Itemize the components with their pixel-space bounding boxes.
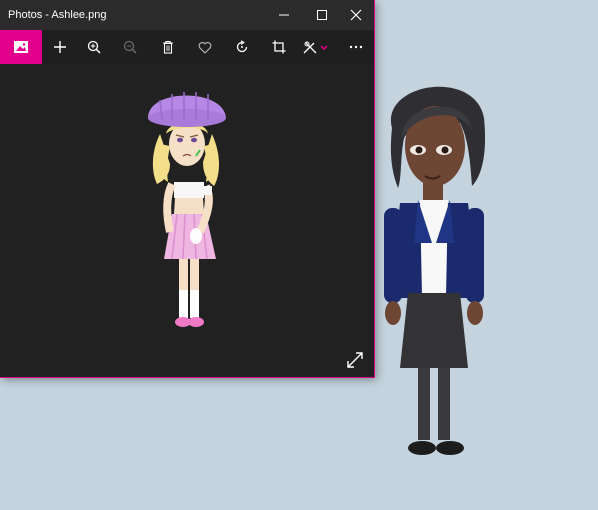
close-icon	[350, 9, 362, 21]
crop-button[interactable]	[261, 30, 297, 64]
add-icon	[54, 41, 66, 53]
edit-draw-icon	[303, 41, 328, 54]
edit-draw-button[interactable]	[296, 30, 336, 64]
zoom-in-button[interactable]	[76, 30, 112, 64]
zoom-in-icon	[87, 40, 101, 54]
ashlee-character-image	[148, 92, 226, 327]
minimize-button[interactable]	[266, 0, 302, 30]
expand-icon	[347, 352, 363, 368]
favorite-button[interactable]	[187, 30, 223, 64]
close-button[interactable]	[338, 0, 374, 30]
title-bar[interactable]: Photos - Ashlee.png	[0, 0, 374, 30]
desktop-character-image	[384, 86, 486, 455]
crop-icon	[272, 40, 286, 54]
maximize-icon	[317, 10, 327, 20]
zoom-out-icon	[123, 40, 137, 54]
photos-app-window: Photos - Ashlee.png	[0, 0, 375, 378]
delete-icon	[163, 40, 173, 54]
minimize-icon	[279, 14, 289, 16]
add-button[interactable]	[42, 30, 78, 64]
window-title: Photos - Ashlee.png	[8, 9, 107, 21]
fullscreen-button[interactable]	[346, 351, 364, 369]
rotate-button[interactable]	[224, 30, 260, 64]
photos-home-icon	[14, 41, 28, 53]
image-viewer[interactable]	[0, 64, 374, 377]
toolbar	[0, 30, 374, 64]
zoom-out-button[interactable]	[112, 30, 148, 64]
rotate-icon	[236, 40, 248, 53]
more-icon	[349, 45, 363, 49]
photos-home-button[interactable]	[0, 30, 42, 64]
more-button[interactable]	[338, 30, 374, 64]
maximize-button[interactable]	[304, 0, 340, 30]
favorite-icon	[198, 41, 212, 54]
delete-button[interactable]	[150, 30, 186, 64]
